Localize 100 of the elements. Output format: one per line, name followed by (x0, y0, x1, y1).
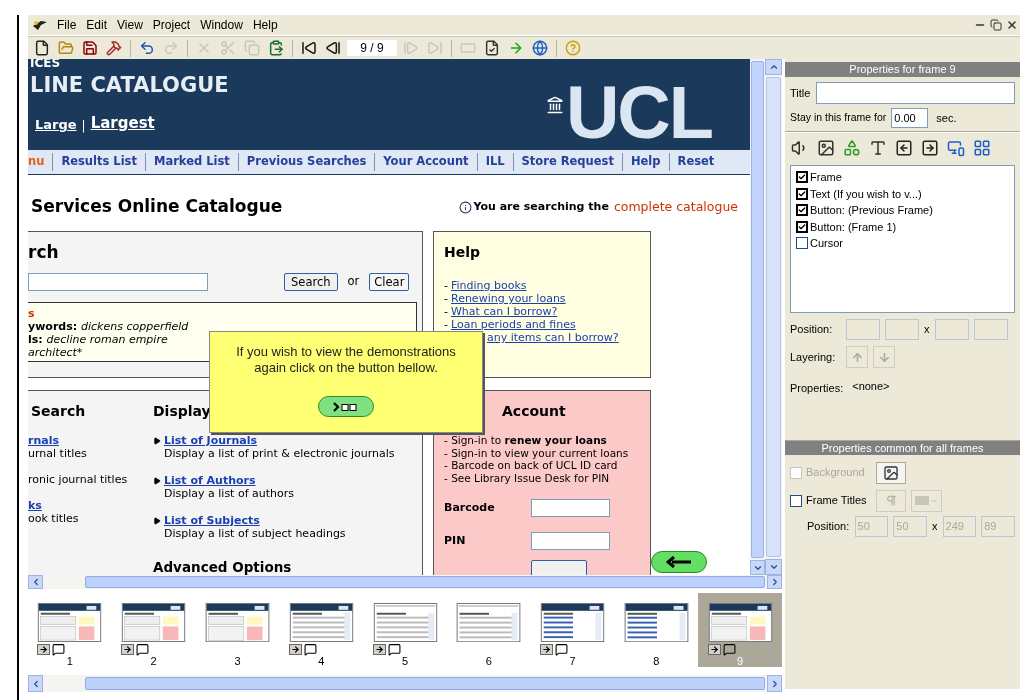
vertical-scrollbar[interactable] (765, 59, 782, 575)
filmstrip-frame[interactable]: 1 (28, 593, 112, 667)
checkbox[interactable] (796, 187, 808, 200)
menu-item[interactable]: Help (247, 16, 283, 34)
checkbox[interactable] (796, 220, 808, 233)
title-input[interactable] (816, 82, 1015, 104)
menu-item[interactable]: File (52, 16, 82, 34)
slide-thumbnail[interactable] (372, 603, 438, 642)
nav-link[interactable]: Previous Searches (237, 153, 375, 171)
scroll-down-icon[interactable] (768, 562, 779, 572)
horizontal-scrollbar[interactable] (28, 575, 782, 589)
faq-link[interactable]: any items can I borrow? (487, 331, 619, 344)
shapes-icon[interactable] (843, 139, 861, 157)
browse-link[interactable]: List of Authors (164, 474, 256, 487)
menu-item[interactable]: Project (147, 16, 196, 34)
menu-item[interactable]: View (112, 16, 148, 34)
text-size-link[interactable]: Largest (90, 112, 155, 135)
browse-link[interactable]: rnals (28, 434, 153, 447)
play-squares-icon (333, 401, 359, 412)
filmstrip-frame[interactable]: 2 (111, 593, 196, 667)
checkbox-label[interactable]: Frame Titles (806, 492, 876, 509)
faq-link[interactable]: What can I borrow? (451, 305, 558, 318)
slide-thumbnail[interactable] (456, 603, 522, 643)
duration-input[interactable]: 0.00 (891, 108, 929, 128)
arrow-right-icon[interactable] (921, 139, 939, 157)
object-label[interactable]: Frame (810, 169, 842, 186)
field-label: Position: (790, 321, 834, 337)
slide-thumbnail[interactable] (204, 603, 270, 643)
page-scrollbar[interactable] (750, 59, 765, 575)
save-icon (82, 40, 98, 56)
input-field[interactable] (531, 499, 610, 517)
browse-link[interactable]: List of Journals (164, 434, 258, 447)
monitor-icon[interactable] (947, 139, 965, 157)
filmstrip-frame[interactable]: 4 (279, 593, 364, 667)
filmstrip-frame[interactable]: 7 (530, 593, 615, 667)
size-input[interactable] (934, 318, 969, 340)
search-button[interactable]: Search (284, 273, 338, 291)
slide-thumbnail[interactable] (37, 603, 103, 642)
slide-thumbnail[interactable] (540, 603, 606, 642)
nav-link[interactable]: Store Request (512, 153, 622, 171)
slide-thumbnail[interactable] (623, 603, 689, 643)
replay-button[interactable] (318, 396, 374, 417)
ucl-logo: UCL (565, 76, 712, 150)
position-input[interactable] (846, 318, 880, 340)
nav-link[interactable]: Results List (52, 153, 145, 171)
search-input[interactable] (28, 273, 208, 291)
close-icon[interactable] (1006, 19, 1018, 31)
speech-bubble-icon (52, 642, 66, 656)
checkbox[interactable] (790, 494, 802, 507)
text-size-link[interactable]: Large (35, 115, 77, 135)
object-label[interactable]: Text (If you wish to v...) (810, 185, 922, 202)
faq-link[interactable]: Renewing your loans (451, 292, 566, 305)
faq-link[interactable]: Loan periods and fines (451, 318, 576, 331)
color-dropdown[interactable] (911, 489, 942, 512)
nav-link[interactable]: Reset (668, 153, 723, 171)
background-image-button[interactable] (876, 461, 906, 484)
browse-link[interactable]: List of Subjects (164, 514, 260, 527)
font-icon (884, 494, 898, 507)
filmstrip-frame[interactable]: 8 (614, 593, 699, 667)
rectangle-icon (460, 40, 476, 56)
slide-thumbnail[interactable] (121, 603, 187, 642)
object-label[interactable]: Cursor (810, 235, 843, 252)
menu-item[interactable]: Edit (81, 16, 113, 34)
browse-link[interactable]: ks (28, 499, 153, 512)
frame-number: 3 (234, 655, 241, 667)
bullet-icon (153, 476, 161, 485)
nav-link[interactable]: Your Account (374, 153, 477, 171)
section-title: Advanced Options (153, 558, 292, 575)
checkbox[interactable] (796, 171, 808, 184)
text-icon[interactable] (869, 139, 887, 157)
object-label[interactable]: Button: (Frame 1) (810, 218, 897, 235)
menu-item[interactable]: Window (195, 16, 248, 34)
checkbox[interactable] (796, 237, 808, 250)
slide-thumbnail[interactable] (288, 603, 354, 642)
slide-thumbnail[interactable] (707, 603, 773, 642)
filmstrip-frame[interactable]: 6 (446, 593, 531, 667)
position-input[interactable] (885, 318, 919, 340)
filmstrip-frame[interactable]: 3 (195, 593, 280, 667)
object-label[interactable]: Button: (Previous Frame) (810, 202, 933, 219)
faq-link[interactable]: Finding books (451, 279, 527, 292)
grid-icon[interactable] (973, 139, 991, 157)
examples-title: s (28, 307, 35, 320)
paste-icon (268, 40, 284, 56)
checkbox[interactable] (796, 204, 808, 217)
clear-button[interactable]: Clear (369, 273, 410, 291)
last-frame-icon (427, 40, 443, 56)
restore-icon[interactable] (990, 19, 1002, 31)
scroll-up-icon[interactable] (768, 62, 779, 72)
sign-in-button[interactable] (531, 560, 587, 575)
size-input[interactable] (973, 318, 1008, 340)
link-separator: | (81, 117, 86, 135)
arrow-left-icon[interactable] (895, 139, 913, 157)
image-icon[interactable] (817, 139, 835, 157)
nav-link[interactable]: ILL (476, 153, 513, 171)
input-field[interactable] (531, 532, 610, 550)
nav-link[interactable]: Help (621, 153, 669, 171)
filmstrip-frame[interactable]: 5 (363, 593, 447, 667)
back-button[interactable] (651, 551, 707, 573)
nav-link[interactable]: Marked List (144, 153, 238, 171)
horizontal-scrollbar[interactable] (28, 675, 782, 692)
